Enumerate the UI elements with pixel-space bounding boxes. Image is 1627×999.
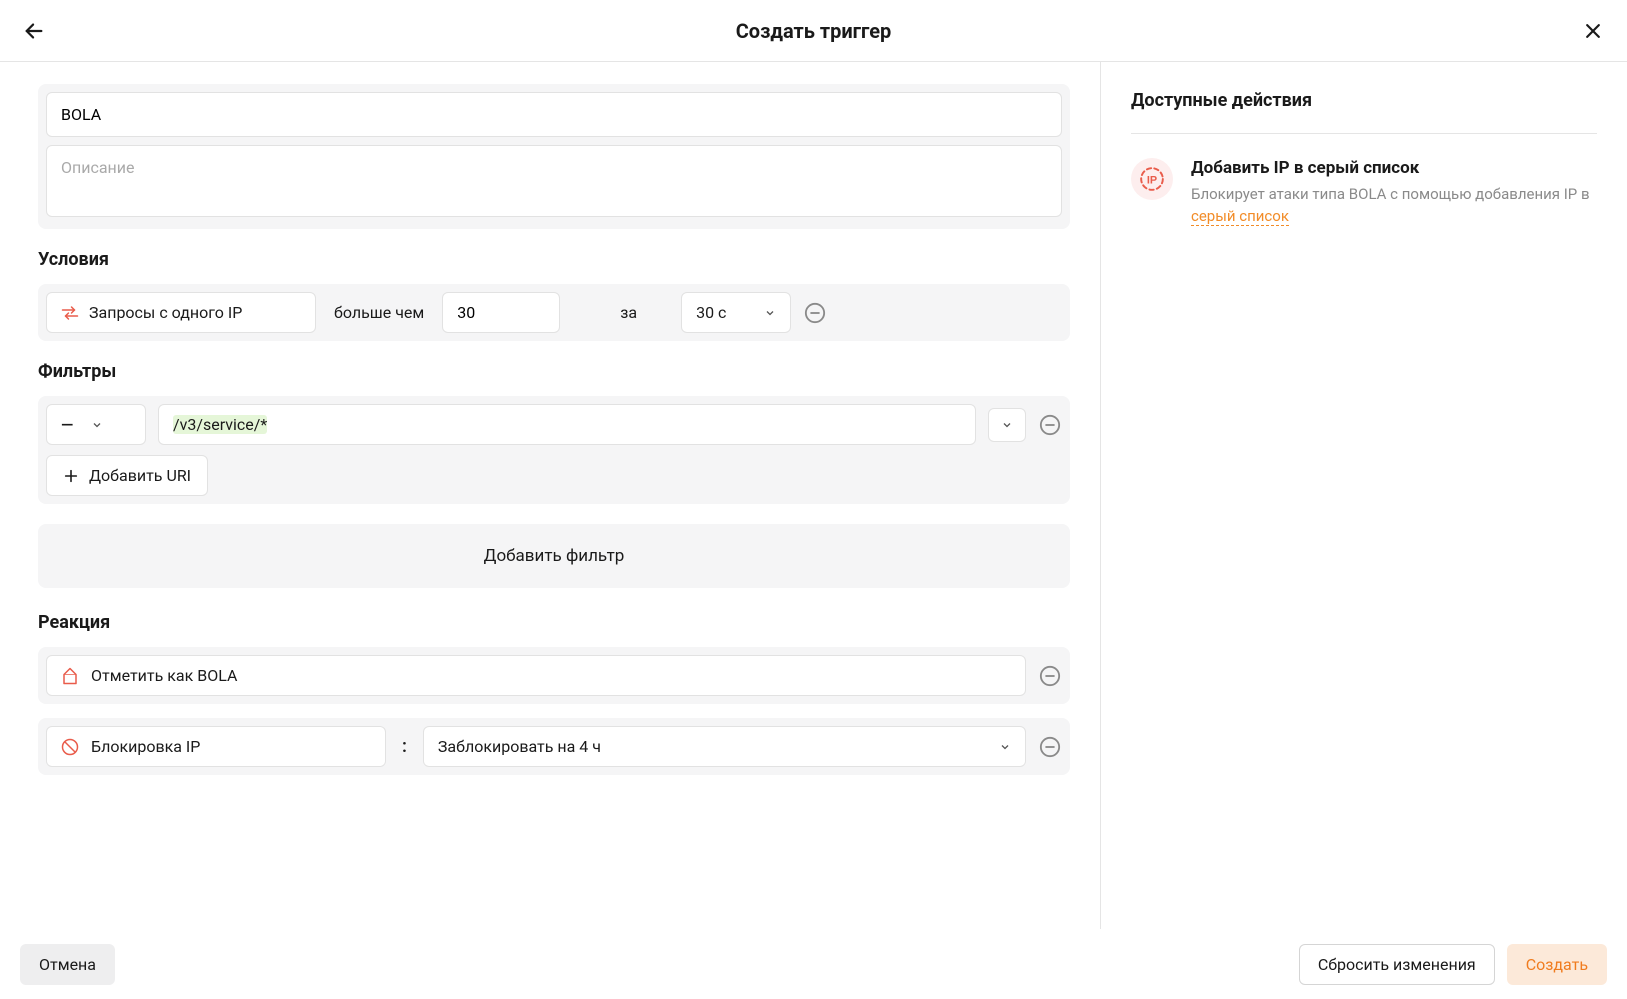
- remove-icon: [804, 302, 826, 324]
- action-title: Добавить IP в серый список: [1191, 158, 1597, 178]
- reaction-block-label: Блокировка IP: [91, 737, 200, 756]
- filter-uri-input[interactable]: /v3/service/*: [158, 404, 976, 445]
- action-text: Добавить IP в серый список Блокирует ата…: [1191, 158, 1597, 228]
- chevron-down-icon: [91, 419, 103, 431]
- actions-sidebar: Доступные действия IP Добавить IP в серы…: [1101, 62, 1627, 929]
- reaction-duration-value: Заблокировать на 4 ч: [438, 737, 601, 756]
- name-description-panel: [38, 84, 1070, 229]
- action-card-graylist[interactable]: IP Добавить IP в серый список Блокирует …: [1131, 134, 1597, 228]
- tag-icon: [61, 667, 79, 685]
- reactions-heading: Реакция: [38, 612, 1070, 633]
- filter-operator-select[interactable]: —: [46, 404, 146, 445]
- action-desc-link[interactable]: серый список: [1191, 207, 1289, 226]
- remove-icon: [1039, 665, 1061, 687]
- condition-metric-label: Запросы с одного IP: [89, 303, 242, 322]
- filters-panel: — /v3/service/* Добавить URI: [38, 396, 1070, 504]
- reaction-block-chip[interactable]: Блокировка IP: [46, 726, 386, 767]
- sidebar-title: Доступные действия: [1131, 90, 1597, 134]
- reaction-separator: :: [398, 736, 411, 757]
- reaction-mark-chip[interactable]: Отметить как BOLA: [46, 655, 1026, 696]
- action-description: Блокирует атаки типа BOLA с помощью доба…: [1191, 184, 1597, 228]
- reaction-row-block: Блокировка IP : Заблокировать на 4 ч: [38, 718, 1070, 775]
- condition-window-value: 30 с: [696, 303, 726, 322]
- main-form: Условия Запросы с одного IP больше чем з…: [0, 62, 1101, 929]
- filter-uri-value: /v3/service/*: [173, 415, 267, 434]
- submit-button[interactable]: Создать: [1507, 944, 1607, 985]
- plus-icon: [63, 468, 79, 484]
- filters-heading: Фильтры: [38, 361, 1070, 382]
- reaction-mark-label: Отметить как BOLA: [91, 666, 237, 685]
- chevron-down-icon: [999, 741, 1011, 753]
- add-uri-button[interactable]: Добавить URI: [46, 455, 208, 496]
- reaction-duration-select[interactable]: Заблокировать на 4 ч: [423, 726, 1026, 767]
- reaction-row-mark: Отметить как BOLA: [38, 647, 1070, 704]
- filter-uri-expand-button[interactable]: [988, 408, 1026, 442]
- reaction-block-remove-button[interactable]: [1038, 735, 1062, 759]
- trigger-description-input[interactable]: [46, 145, 1062, 217]
- condition-window-select[interactable]: 30 с: [681, 292, 791, 333]
- modal-title: Создать триггер: [736, 19, 892, 43]
- cancel-button[interactable]: Отмена: [20, 944, 115, 985]
- filter-remove-button[interactable]: [1038, 413, 1062, 437]
- trigger-name-input[interactable]: [46, 92, 1062, 137]
- reset-button[interactable]: Сбросить изменения: [1299, 944, 1495, 985]
- reaction-mark-remove-button[interactable]: [1038, 664, 1062, 688]
- condition-remove-button[interactable]: [803, 301, 827, 325]
- condition-comparator: больше чем: [328, 303, 430, 322]
- add-uri-label: Добавить URI: [89, 466, 191, 485]
- block-icon: [61, 738, 79, 756]
- action-desc-text: Блокирует атаки типа BOLA с помощью доба…: [1191, 185, 1590, 203]
- action-icon-wrap: IP: [1131, 158, 1173, 200]
- remove-icon: [1039, 736, 1061, 758]
- modal-header: Создать триггер: [0, 0, 1627, 62]
- back-button[interactable]: [20, 17, 48, 45]
- requests-icon: [61, 305, 79, 321]
- filter-uri-row: — /v3/service/*: [46, 404, 1062, 445]
- condition-threshold-input[interactable]: [442, 292, 560, 333]
- close-button[interactable]: [1579, 17, 1607, 45]
- svg-text:IP: IP: [1147, 174, 1157, 186]
- condition-metric-select[interactable]: Запросы с одного IP: [46, 292, 316, 333]
- remove-icon: [1039, 414, 1061, 436]
- close-icon: [1583, 21, 1603, 41]
- modal-footer: Отмена Сбросить изменения Создать: [0, 929, 1627, 999]
- arrow-left-icon: [23, 20, 45, 42]
- ip-icon: IP: [1139, 166, 1165, 192]
- conditions-panel: Запросы с одного IP больше чем за 30 с: [38, 284, 1070, 341]
- chevron-down-icon: [1001, 419, 1013, 431]
- condition-row: Запросы с одного IP больше чем за 30 с: [46, 292, 1062, 333]
- conditions-heading: Условия: [38, 249, 1070, 270]
- add-filter-button[interactable]: Добавить фильтр: [38, 524, 1070, 588]
- condition-per-label: за: [572, 303, 669, 322]
- chevron-down-icon: [764, 307, 776, 319]
- filter-operator-value: —: [61, 415, 73, 434]
